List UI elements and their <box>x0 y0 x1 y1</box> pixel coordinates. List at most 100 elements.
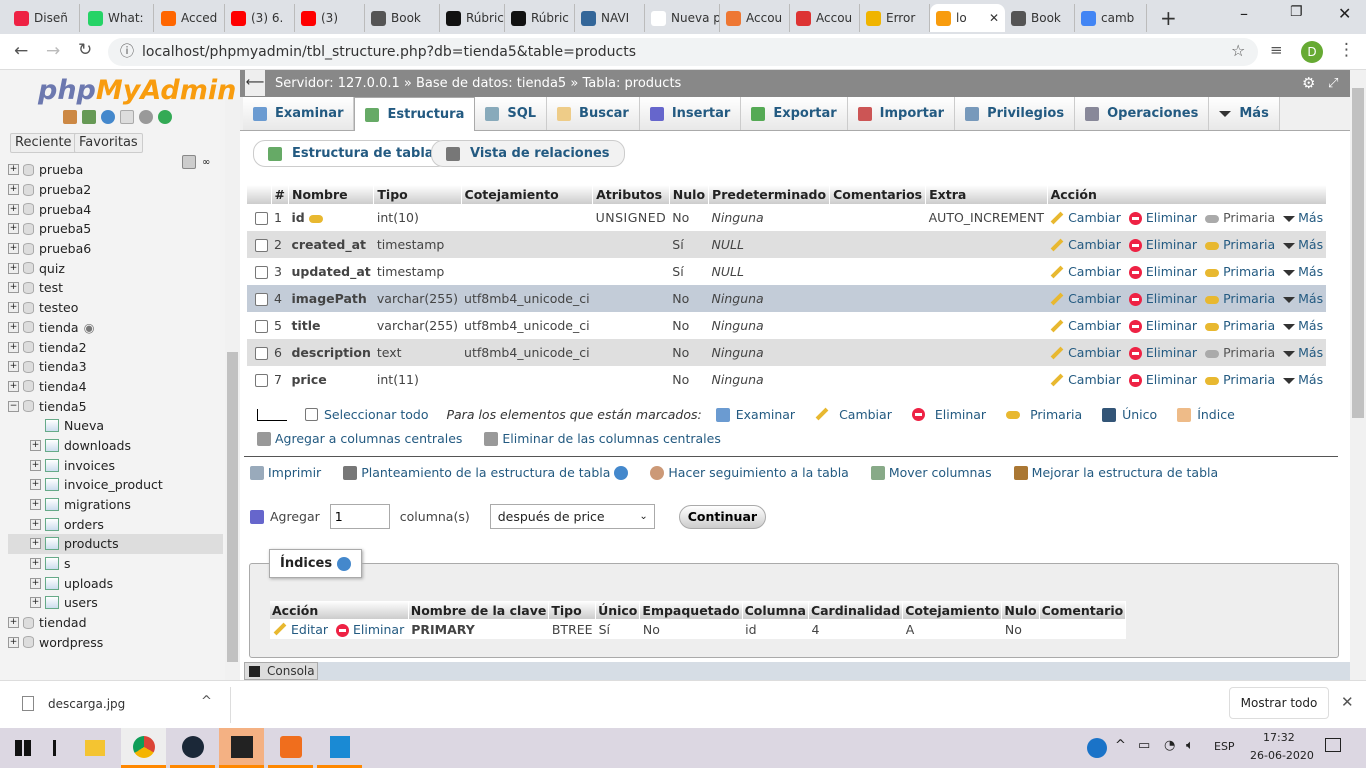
browser-tab[interactable]: Book <box>1005 4 1075 32</box>
breadcrumb-server[interactable]: Servidor: 127.0.0.1 <box>275 76 400 91</box>
expand-icon[interactable]: + <box>8 302 19 314</box>
chrome-icon[interactable] <box>121 728 166 768</box>
expand-icon[interactable]: + <box>8 223 19 235</box>
column-header[interactable]: Predeterminado <box>708 185 831 204</box>
more-link[interactable]: Más <box>1298 345 1323 360</box>
settings-gear-icon[interactable]: ⚙ <box>1302 70 1315 97</box>
restore-button[interactable]: ❐ <box>1290 4 1303 20</box>
docs-icon[interactable] <box>120 110 134 124</box>
tree-item[interactable]: + invoices <box>8 455 223 475</box>
row-checkbox[interactable] <box>255 266 268 279</box>
bulk-index-link[interactable]: Índice <box>1197 407 1235 422</box>
browser-tab[interactable]: Nueva pes <box>645 4 720 32</box>
eye-icon[interactable]: ◉ <box>84 320 95 335</box>
change-link[interactable]: Cambiar <box>1068 264 1121 279</box>
drop-link[interactable]: Eliminar <box>1146 210 1197 225</box>
favorites-button[interactable]: Favoritas <box>74 133 143 153</box>
track-table-link[interactable]: Hacer seguimiento a la tabla <box>668 465 848 480</box>
change-link[interactable]: Cambiar <box>1068 237 1121 252</box>
tree-item[interactable]: + test <box>8 278 223 298</box>
collapse-sidebar-icon[interactable]: ⟵ <box>245 70 265 96</box>
tab-estructura[interactable]: Estructura <box>354 97 476 131</box>
expand-icon[interactable]: + <box>8 341 19 353</box>
tree-item[interactable]: + migrations <box>8 495 223 515</box>
tree-item[interactable]: + tienda4 <box>8 377 223 397</box>
change-link[interactable]: Cambiar <box>1068 345 1121 360</box>
breadcrumb-table[interactable]: Tabla: products <box>582 76 681 91</box>
minimize-button[interactable]: – <box>1240 4 1248 23</box>
drop-link[interactable]: Eliminar <box>1146 237 1197 252</box>
select-all-checkbox[interactable] <box>305 408 318 421</box>
tree-item[interactable]: + downloads <box>8 436 223 456</box>
browser-tab[interactable]: What: <box>82 4 154 32</box>
media-icon[interactable]: ≡ <box>1270 41 1283 59</box>
column-header[interactable]: Nulo <box>669 185 710 204</box>
browser-tab[interactable]: Diseñ <box>8 4 80 32</box>
reload-icon[interactable]: ↻ <box>78 40 92 60</box>
expand-icon[interactable]: + <box>8 321 19 333</box>
file-explorer-icon[interactable] <box>72 728 117 768</box>
back-icon[interactable]: ← <box>14 41 28 61</box>
browser-tab[interactable]: Acced <box>155 4 225 32</box>
volume-icon[interactable]: 🔈︎ <box>1186 738 1194 753</box>
bulk-unique-link[interactable]: Único <box>1122 407 1157 422</box>
column-name[interactable]: imagePath <box>291 291 366 306</box>
task-view-icon[interactable] <box>34 728 74 768</box>
help-icon[interactable] <box>614 465 629 480</box>
tree-item[interactable]: + tienda ◉ <box>8 318 223 338</box>
expand-icon[interactable]: + <box>8 164 19 176</box>
url-input[interactable]: ⓘ localhost/phpmyadmin/tbl_structure.php?… <box>108 38 1258 66</box>
row-checkbox[interactable] <box>255 293 268 306</box>
primary-link[interactable]: Primaria <box>1223 372 1275 387</box>
tree-item[interactable]: + tiendad <box>8 613 223 633</box>
show-all-button[interactable]: Mostrar todo <box>1229 687 1329 719</box>
column-name[interactable]: id <box>291 210 304 225</box>
tab-más[interactable]: Más <box>1209 97 1280 130</box>
expand-icon[interactable]: + <box>8 282 19 294</box>
tree-item[interactable]: + testeo <box>8 298 223 318</box>
browser-tab[interactable]: Book <box>365 4 440 32</box>
expand-icon[interactable]: + <box>8 243 19 255</box>
drop-link[interactable]: Eliminar <box>1146 345 1197 360</box>
column-header[interactable]: Comentarios <box>829 185 927 204</box>
network-icon[interactable]: ▭ <box>1138 738 1150 753</box>
expand-icon[interactable]: + <box>8 262 19 274</box>
primary-link[interactable]: Primaria <box>1223 291 1275 306</box>
tree-item[interactable]: + tienda2 <box>8 337 223 357</box>
browser-tab[interactable]: NAVI <box>575 4 645 32</box>
phpmyadmin-logo[interactable]: phpMyAdmin <box>38 75 236 106</box>
more-link[interactable]: Más <box>1298 210 1323 225</box>
change-link[interactable]: Cambiar <box>1068 318 1121 333</box>
expand-icon[interactable]: + <box>8 361 19 373</box>
add-central-columns-link[interactable]: Agregar a columnas centrales <box>275 431 462 446</box>
row-checkbox[interactable] <box>255 239 268 252</box>
close-tab-icon[interactable]: ✕ <box>989 11 999 25</box>
change-link[interactable]: Cambiar <box>1068 291 1121 306</box>
sublime-icon[interactable] <box>219 728 264 768</box>
clock-time[interactable]: 17:32 <box>1263 731 1295 744</box>
subtab-table-structure[interactable]: Estructura de tabla <box>253 140 449 167</box>
change-link[interactable]: Cambiar <box>1068 210 1121 225</box>
tab-examinar[interactable]: Examinar <box>243 97 355 130</box>
close-icon[interactable]: ✕ <box>1341 693 1354 711</box>
expand-icon[interactable]: + <box>30 499 41 511</box>
help-tray-icon[interactable] <box>1087 738 1107 758</box>
drop-link[interactable]: Eliminar <box>1146 318 1197 333</box>
tree-item[interactable]: + prueba5 <box>8 219 223 239</box>
continue-button[interactable]: Continuar <box>678 504 767 529</box>
reload-navigation-icon[interactable] <box>158 110 172 124</box>
tab-insertar[interactable]: Insertar <box>639 97 742 130</box>
tree-item[interactable]: + products <box>8 534 223 554</box>
tree-item[interactable]: + prueba2 <box>8 180 223 200</box>
column-name[interactable]: description <box>291 345 370 360</box>
expand-icon[interactable]: + <box>8 184 19 196</box>
tab-operaciones[interactable]: Operaciones <box>1075 97 1210 130</box>
help-icon[interactable] <box>101 110 115 124</box>
tree-item[interactable]: + invoice_product <box>8 475 223 495</box>
profile-avatar[interactable]: D <box>1301 41 1323 63</box>
primary-link[interactable]: Primaria <box>1223 237 1275 252</box>
expand-icon[interactable]: + <box>30 518 41 530</box>
browser-tab[interactable]: (3) <box>295 4 365 32</box>
collapse-icon[interactable]: − <box>8 400 19 412</box>
expand-icon[interactable]: + <box>30 558 41 570</box>
